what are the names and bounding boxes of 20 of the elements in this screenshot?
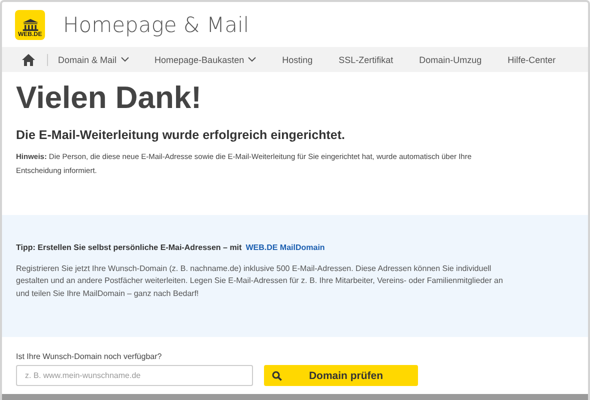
domain-input[interactable]: z. B. www.mein-wunschname.de — [16, 365, 253, 386]
page-heading: Vielen Dank! — [16, 79, 203, 117]
nav-link[interactable]: Hosting — [282, 54, 313, 64]
tip-body: Registrieren Sie jetzt Ihre Wunsch-Domain (z. B. nachname.de) inklusive 500 E-Mail-Adressen. Diese Adressen können Sie individuell gestalten und an andere Postfächer weiterleiten. Legen Sie E-Mail-Adressen für z. B. Ihre Mitarbeiter, Vereins- oder Familienmitglieder an und teilen Sie Ihre MailDomain – ganz nach Bedarf! — [16, 263, 504, 300]
nav-link[interactable]: Homepage-Baukasten — [154, 54, 256, 64]
search-icon — [272, 370, 282, 380]
tip-text: Tipp: Erstellen Sie selbst persönliche E-Mai-Adressen – mit — [16, 243, 242, 252]
domain-question: Ist Ihre Wunsch-Domain noch verfügbar? — [16, 352, 163, 361]
nav-link[interactable]: Domain-Umzug — [419, 54, 482, 64]
maildomain-link[interactable]: WEB.DE MailDomain — [246, 243, 325, 252]
subheading: Die E-Mail-Weiterleitung wurde erfolgreich eingerichtet. — [16, 128, 346, 142]
site-title: Homepage & Mail — [63, 12, 250, 36]
chevron-down-icon — [120, 57, 129, 62]
building-icon — [22, 18, 38, 30]
nav-link[interactable]: Domain & Mail — [58, 54, 129, 64]
home-icon[interactable] — [22, 54, 35, 66]
nav-link[interactable]: SSL-Zertifikat — [338, 54, 394, 64]
chevron-down-icon — [248, 57, 256, 62]
nav-link[interactable]: Hilfe-Center — [508, 54, 556, 64]
check-domain-button[interactable]: Domain prüfen — [264, 365, 418, 386]
